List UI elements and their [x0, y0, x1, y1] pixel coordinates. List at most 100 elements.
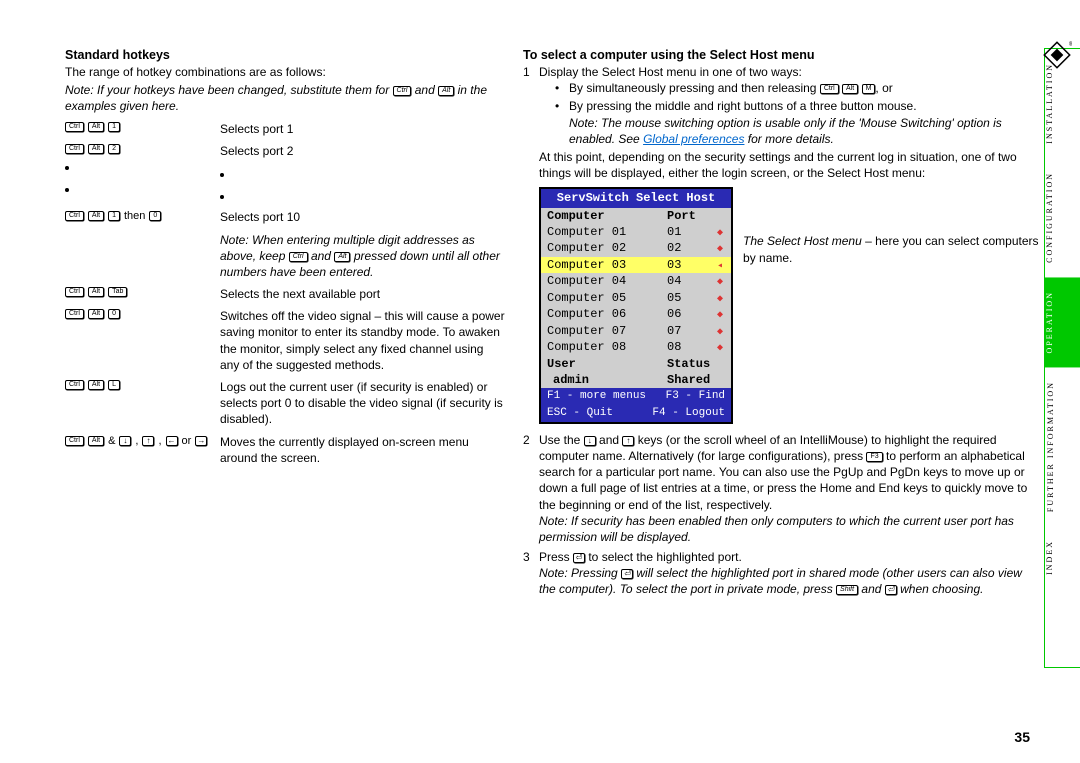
left-intro: The range of hotkey combinations are as …: [65, 64, 505, 80]
hotkey-desc: Selects port 2: [220, 143, 505, 159]
hotkey-combo: Ctrl Alt 1: [65, 121, 220, 132]
host-row[interactable]: Computer 0505◆: [541, 290, 731, 307]
left-note1: Note: If your hotkeys have been changed,…: [65, 82, 505, 114]
step-number: 3: [523, 549, 539, 600]
hotkey-combo: Ctrl Alt 1 then 0: [65, 209, 220, 222]
hotkey-desc: Switches off the video signal – this wil…: [220, 308, 505, 373]
alt-key-icon: Alt: [88, 436, 104, 446]
ctrl-key-icon: Ctrl: [393, 86, 412, 96]
hotkey-combo: Ctrl Alt Tab: [65, 286, 220, 297]
tab-key-icon: Tab: [108, 287, 127, 297]
after-bullets-text: At this point, depending on the security…: [539, 149, 1040, 181]
ctrl-key-icon: Ctrl: [65, 380, 84, 390]
right-heading: To select a computer using the Select Ho…: [523, 48, 1040, 62]
two-key-icon: 2: [108, 144, 120, 154]
nav-tab[interactable]: OPERATION: [1045, 277, 1080, 367]
step-number: 2: [523, 432, 539, 547]
ellipsis-dot: [220, 195, 224, 199]
down-arrow-icon: ↓: [119, 436, 131, 446]
ctrl-key-icon: Ctrl: [65, 309, 84, 319]
step2-text: Use the ↓ and ↑ keys (or the scroll whee…: [539, 433, 1027, 512]
multi-digit-note: Note: When entering multiple digit addre…: [220, 232, 505, 281]
host-row[interactable]: Computer 0303◂: [541, 257, 731, 274]
alt-key-icon: Alt: [334, 252, 350, 262]
hotkey-desc: Logs out the current user (if security i…: [220, 379, 505, 428]
brand-logo-icon: ®: [1042, 40, 1072, 70]
alt-key-icon: Alt: [88, 287, 104, 297]
alt-key-icon: Alt: [842, 84, 858, 94]
ctrl-key-icon: Ctrl: [65, 122, 84, 132]
zero-key-icon: 0: [149, 211, 161, 221]
nav-tab[interactable]: FURTHER INFORMATION: [1045, 367, 1080, 526]
host-row[interactable]: Computer 0606◆: [541, 306, 731, 323]
right-arrow-icon: →: [195, 436, 207, 446]
host-row[interactable]: Computer 0808◆: [541, 339, 731, 356]
alt-key-icon: Alt: [88, 144, 104, 154]
hotkey-combo: Ctrl Alt L: [65, 379, 220, 390]
host-row[interactable]: Computer 0202◆: [541, 240, 731, 257]
status-label: Status: [667, 356, 710, 372]
hostmenu-caption: The Select Host menu – here you can sele…: [743, 233, 1040, 265]
hotkey-combo: Ctrl Alt 2: [65, 143, 220, 154]
nav-tab[interactable]: INDEX: [1045, 526, 1080, 589]
ctrl-key-icon: Ctrl: [65, 144, 84, 154]
shift-key-icon: Shift: [836, 585, 858, 595]
bullet2-note: Note: The mouse switching option is usab…: [569, 115, 1040, 147]
hotkey-combo: Ctrl Alt 0: [65, 308, 220, 319]
user-value: admin: [547, 372, 667, 388]
side-nav: INSTALLATIONCONFIGURATIONOPERATIONFURTHE…: [1044, 48, 1080, 668]
footer-f1: F1 - more menus: [547, 389, 646, 404]
ellipsis-dot: [65, 188, 69, 192]
step3-text: Press ⏎ to select the highlighted port.: [539, 550, 742, 564]
ctrl-key-icon: Ctrl: [820, 84, 839, 94]
select-host-menu: ServSwitch Select Host Computer Port Com…: [539, 187, 733, 423]
alt-key-icon: Alt: [88, 309, 104, 319]
col-computer: Computer: [547, 208, 667, 224]
status-value: Shared: [667, 372, 710, 388]
bullet-text: By pressing the middle and right buttons…: [569, 98, 1040, 147]
up-arrow-icon: ↑: [142, 436, 154, 446]
step1-text: Display the Select Host menu in one of t…: [539, 65, 802, 79]
enter-key-icon: ⏎: [573, 553, 585, 563]
step3-note: Note: Pressing ⏎ will select the highlig…: [539, 565, 1040, 597]
zero-key-icon: 0: [108, 309, 120, 319]
host-row[interactable]: Computer 0101◆: [541, 224, 731, 241]
one-key-icon: 1: [108, 211, 120, 221]
one-key-icon: 1: [108, 122, 120, 132]
f3-key-icon: F3: [866, 452, 882, 462]
bullet-text: By simultaneously pressing and then rele…: [569, 80, 893, 96]
host-row[interactable]: Computer 0707◆: [541, 323, 731, 340]
hotkey-combo: Ctrl Alt & ↓, ↑, ← or →: [65, 434, 220, 447]
page-number: 35: [1014, 729, 1030, 745]
ellipsis-dot: [220, 173, 224, 177]
alt-key-icon: Alt: [88, 122, 104, 132]
host-row[interactable]: Computer 0404◆: [541, 273, 731, 290]
left-arrow-icon: ←: [166, 436, 178, 446]
hotkey-desc: Selects port 10: [220, 209, 505, 225]
step2-note: Note: If security has been enabled then …: [539, 513, 1040, 545]
alt-key-icon: Alt: [88, 211, 104, 221]
down-arrow-icon: ↓: [584, 436, 596, 446]
ctrl-key-icon: Ctrl: [289, 252, 308, 262]
ctrl-key-icon: Ctrl: [65, 211, 84, 221]
left-heading: Standard hotkeys: [65, 48, 505, 62]
nav-tab[interactable]: CONFIGURATION: [1045, 158, 1080, 277]
menu-title: ServSwitch Select Host: [541, 189, 731, 207]
ctrl-key-icon: Ctrl: [65, 287, 84, 297]
enter-key-icon: ⏎: [621, 569, 633, 579]
up-arrow-icon: ↑: [622, 436, 634, 446]
footer-f4: F4 - Logout: [652, 406, 725, 421]
m-key-icon: M: [862, 84, 876, 94]
ctrl-key-icon: Ctrl: [65, 436, 84, 446]
alt-key-icon: Alt: [438, 86, 454, 96]
l-key-icon: L: [108, 380, 120, 390]
user-label: User: [547, 356, 667, 372]
footer-f3: F3 - Find: [666, 389, 725, 404]
hotkey-desc: Selects the next available port: [220, 286, 505, 302]
hotkey-desc: Selects port 1: [220, 121, 505, 137]
col-port: Port: [667, 208, 696, 224]
enter-key-icon: ⏎: [885, 585, 897, 595]
global-preferences-link[interactable]: Global preferences: [643, 132, 744, 146]
step-number: 1: [523, 64, 539, 424]
svg-text:®: ®: [1069, 41, 1072, 48]
